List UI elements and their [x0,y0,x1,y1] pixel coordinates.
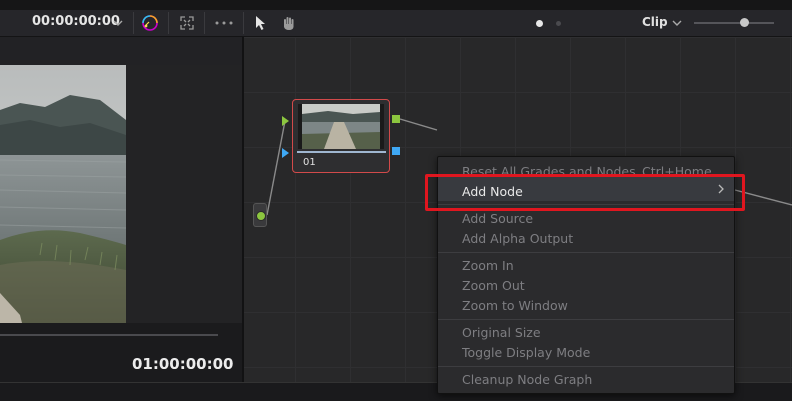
menu-item-toggle-display-mode[interactable]: Toggle Display Mode [462,345,590,360]
menu-item-zoom-to-window[interactable]: Zoom to Window [462,298,568,313]
node-key-input-port[interactable] [282,148,290,158]
highlight-annotation [425,174,745,211]
node-key-output-port[interactable] [392,147,400,155]
menu-item-zoom-out[interactable]: Zoom Out [462,278,525,293]
menu-item-zoom-in[interactable]: Zoom In [462,258,514,273]
node-progress-bar [297,151,386,153]
menu-item-cleanup-node-graph[interactable]: Cleanup Node Graph [462,372,592,387]
menu-separator [438,252,734,253]
source-input-node[interactable] [253,203,267,227]
node-rgb-input-port[interactable] [282,116,290,126]
menu-item-add-source[interactable]: Add Source [462,211,533,226]
serial-node-01[interactable]: 01 [292,99,390,173]
source-output-port[interactable] [256,211,266,221]
menu-item-original-size[interactable]: Original Size [462,325,541,340]
node-label: 01 [303,157,316,168]
menu-separator [438,319,734,320]
menu-separator [438,366,734,367]
menu-item-add-alpha-output[interactable]: Add Alpha Output [462,231,573,246]
node-rgb-output-port[interactable] [392,115,400,123]
node-thumbnail [298,104,384,149]
